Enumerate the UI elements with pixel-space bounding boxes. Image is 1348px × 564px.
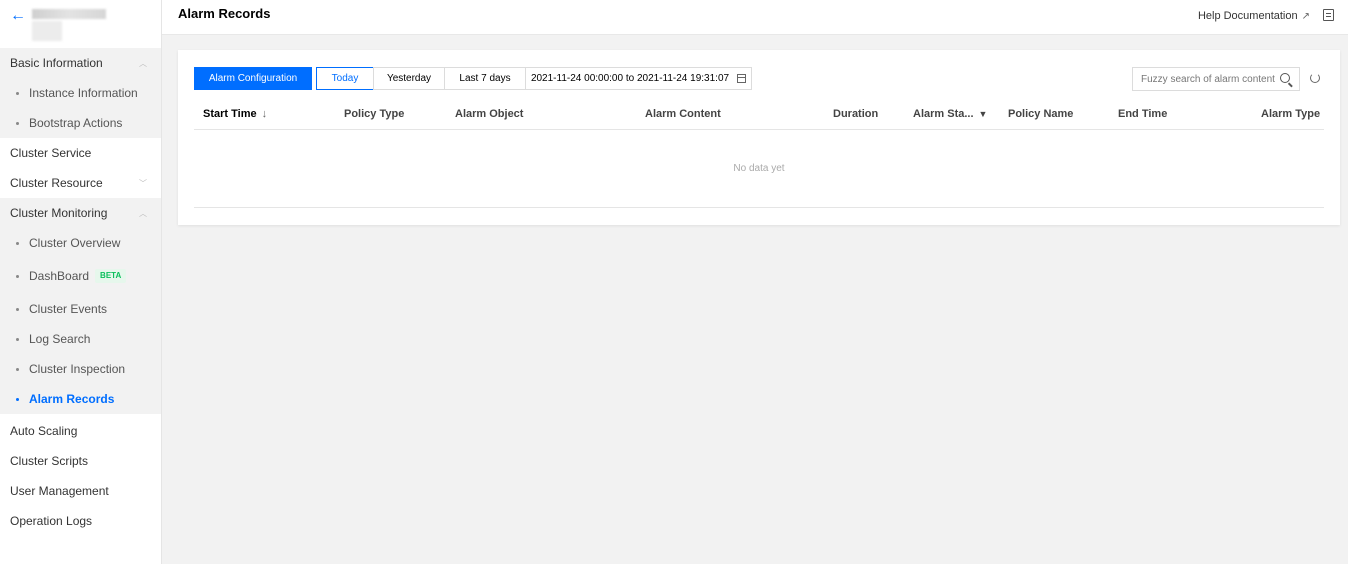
column-header-alarm-status[interactable]: Alarm Sta... ▼ (913, 108, 987, 120)
bullet-icon (16, 397, 19, 401)
column-header-duration: Duration (833, 108, 878, 120)
sidebar-item-auto-scaling[interactable]: Auto Scaling (0, 416, 161, 446)
sidebar-item-label: Cluster Inspection (29, 362, 126, 376)
sidebar-item-label: Cluster Service (10, 146, 92, 160)
sidebar-item-label: Cluster Overview (29, 236, 121, 250)
column-header-alarm-content: Alarm Content (645, 108, 721, 120)
sidebar-item-alarm-records[interactable]: Alarm Records (0, 384, 161, 414)
chevron-up-icon: ︿ (139, 59, 147, 68)
sidebar-header: ← (0, 0, 161, 48)
sidebar-item-label: User Management (10, 484, 109, 498)
table-header: Start Time ↓ Policy Type Alarm Object Al… (194, 101, 1324, 130)
calendar-icon (737, 74, 747, 83)
top-bar: Alarm Records Help Documentation ↗ (162, 0, 1348, 35)
sidebar-item-instance-information[interactable]: Instance Information (0, 78, 161, 108)
sort-down-icon[interactable]: ↓ (262, 108, 268, 120)
column-label: Duration (833, 108, 879, 120)
column-header-start-time[interactable]: Start Time ↓ (203, 108, 267, 120)
chevron-up-icon: ︿ (139, 209, 147, 218)
document-list-icon[interactable] (1323, 9, 1334, 21)
column-label: Alarm Type (1261, 108, 1321, 120)
help-documentation-label: Help Documentation (1197, 10, 1298, 22)
sidebar-item-basic-information[interactable]: Basic Information ︿ (0, 48, 161, 78)
sidebar-item-label: Cluster Monitoring (10, 206, 108, 220)
date-range-picker[interactable]: 2021-11-24 00:00:00 to 2021-11-24 19:31:… (525, 67, 752, 90)
sidebar-item-label: Operation Logs (10, 514, 93, 528)
sidebar-item-label: Auto Scaling (10, 424, 78, 438)
column-header-policy-name: Policy Name (1008, 108, 1073, 120)
column-header-end-time: End Time (1118, 108, 1167, 120)
column-label: Start Time (203, 108, 257, 120)
alarm-configuration-button[interactable]: Alarm Configuration (194, 67, 312, 90)
sidebar-item-cluster-monitoring[interactable]: Cluster Monitoring ︿ (0, 198, 161, 228)
sidebar-item-label: DashBoard (29, 269, 90, 283)
sidebar-item-user-management[interactable]: User Management (0, 476, 161, 506)
sidebar-item-label: Cluster Resource (10, 176, 103, 190)
alarm-records-card: Alarm Configuration Today Yesterday Last… (178, 50, 1340, 225)
sidebar-item-label: Instance Information (29, 86, 138, 100)
column-label: Alarm Content (645, 108, 721, 120)
column-label: Alarm Sta... (913, 108, 974, 120)
column-header-alarm-object: Alarm Object (455, 108, 523, 120)
chevron-down-icon: ﹀ (139, 179, 147, 188)
search-icon[interactable] (1280, 73, 1290, 83)
bullet-icon (16, 307, 19, 311)
yesterday-button[interactable]: Yesterday (373, 67, 445, 90)
column-header-policy-type: Policy Type (344, 108, 404, 120)
sidebar-item-cluster-events[interactable]: Cluster Events (0, 294, 161, 324)
sidebar-item-operation-logs[interactable]: Operation Logs (0, 506, 161, 536)
bullet-icon (16, 91, 19, 95)
back-arrow-icon[interactable]: ← (10, 8, 26, 24)
column-label: Policy Name (1008, 108, 1074, 120)
bullet-icon (16, 274, 19, 278)
sidebar-item-log-search[interactable]: Log Search (0, 324, 161, 354)
nav-group-basic-information: Basic Information ︿ Instance Information… (0, 48, 161, 138)
sidebar-item-label: Log Search (29, 332, 91, 346)
last-7-days-button[interactable]: Last 7 days (444, 67, 526, 90)
sidebar-item-cluster-resource[interactable]: Cluster Resource ﹀ (0, 168, 161, 198)
today-button[interactable]: Today (316, 67, 374, 90)
external-link-icon: ↗ (1301, 10, 1310, 22)
refresh-icon[interactable] (1310, 73, 1320, 83)
bullet-icon (16, 121, 19, 125)
sidebar-item-label: Cluster Scripts (10, 454, 89, 468)
column-label: End Time (1118, 108, 1168, 120)
search-input[interactable] (1141, 73, 1277, 85)
sidebar-item-label: Basic Information (10, 56, 103, 70)
empty-state: No data yet (194, 130, 1324, 208)
date-range-text: 2021-11-24 00:00:00 to 2021-11-24 19:31:… (530, 73, 730, 84)
sidebar-item-bootstrap-actions[interactable]: Bootstrap Actions (0, 108, 161, 138)
bullet-icon (16, 337, 19, 341)
sidebar-item-cluster-inspection[interactable]: Cluster Inspection (0, 354, 161, 384)
filter-icon[interactable]: ▼ (979, 109, 988, 119)
sidebar-item-cluster-service[interactable]: Cluster Service (0, 138, 161, 168)
column-label: Policy Type (344, 108, 405, 120)
cluster-name-blurred (32, 9, 106, 41)
sidebar-item-label: Cluster Events (29, 302, 108, 316)
page-title: Alarm Records (178, 6, 271, 21)
bullet-icon (16, 367, 19, 371)
sidebar-item-label: Bootstrap Actions (29, 116, 123, 130)
sidebar-item-cluster-scripts[interactable]: Cluster Scripts (0, 446, 161, 476)
sidebar-item-label: Alarm Records (29, 392, 115, 406)
sidebar-item-cluster-overview[interactable]: Cluster Overview (0, 228, 161, 258)
nav-group-cluster-monitoring: Cluster Monitoring ︿ Cluster Overview Da… (0, 198, 161, 414)
sidebar-item-dashboard[interactable]: DashBoard BETA (0, 258, 161, 294)
bullet-icon (16, 241, 19, 245)
sidebar: ← Basic Information ︿ Instance Informati… (0, 0, 162, 564)
column-label: Alarm Object (455, 108, 524, 120)
column-header-alarm-type: Alarm Type (1261, 108, 1320, 120)
beta-badge: BETA (95, 269, 127, 283)
help-documentation-link[interactable]: Help Documentation ↗ (1198, 10, 1310, 22)
search-box (1132, 67, 1300, 91)
